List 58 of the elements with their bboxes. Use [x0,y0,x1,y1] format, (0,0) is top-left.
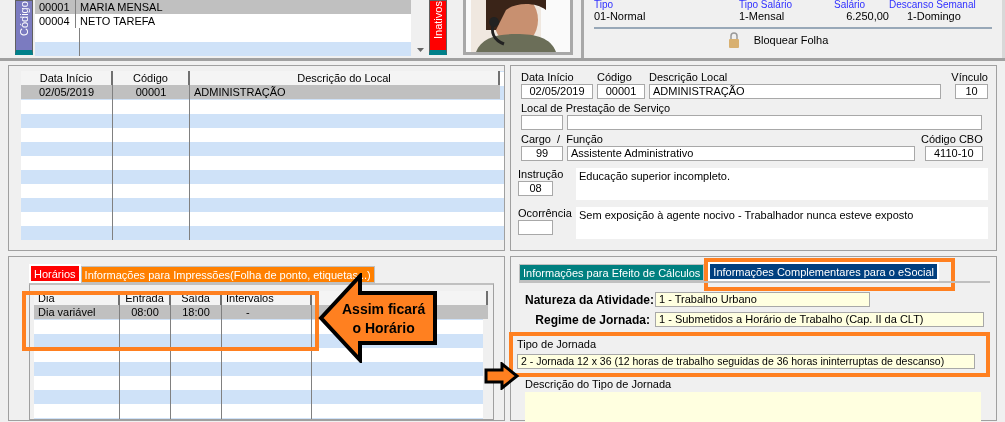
summary-value: 1-Mensal [739,10,786,23]
date-field[interactable]: 02/05/2019 [521,84,593,99]
summary-label: Tipo [594,0,615,10]
employee-row[interactable]: 00001 MARIA MENSAL [35,0,411,14]
field-label: Instrução [518,168,564,181]
journey-description-field[interactable] [525,392,981,422]
input-field[interactable] [567,115,982,130]
occurrence-description: Sem exposição à agente nocivo - Trabalhador nunca esteve exposto [576,207,988,239]
role-code-field[interactable]: 99 [521,146,563,161]
dropdown-caret-icon[interactable] [416,48,424,52]
table-cell[interactable]: 08:00 [120,305,171,319]
padlock-icon [727,32,740,48]
tab[interactable]: Informações Complementares para o eSocial [708,262,940,281]
function-field[interactable]: Assistente Administrativo [567,146,915,161]
field-label: Descrição Local [649,71,728,84]
field-label: Cargo / Função [521,133,603,146]
description-field[interactable]: ADMINISTRAÇÃO [649,84,942,99]
summary-value: 6.250,00 [845,10,889,23]
summary-value: 1-Domingo [906,10,962,23]
employee-name: NETO TAREFA [79,14,156,28]
lock-button[interactable]: Bloquear Folha [727,32,829,48]
table-cell[interactable]: 00001 [113,85,190,99]
field-label: Regime de Jornada: [534,312,650,327]
bond-field[interactable]: 10 [955,84,988,99]
field-label: Tipo de Jornada [517,338,597,351]
side-tab[interactable]: Código [15,0,33,55]
field-label: Vínculo [951,71,988,84]
table-cell[interactable]: - [222,305,312,319]
code-field[interactable]: 00001 [597,84,645,99]
field-label: Data Início [521,71,574,84]
employee-list[interactable]: 00001 MARIA MENSAL 00004 NETO TAREFA [35,0,411,56]
journey-type-field[interactable]: 2 - Jornada 12 x 36 (12 horas de trabalho seguidas de 36 horas ininterruptas de descanso) [517,354,975,369]
table-cell[interactable]: ADMINISTRAÇÃO [190,85,500,99]
cbo-field[interactable]: 4110-10 [924,146,983,161]
summary-label: Salário [834,0,867,10]
table-cell[interactable]: 02/05/2019 [21,85,113,99]
summary-label: Descanso Semanal [889,0,977,10]
field-label: Código [597,71,632,84]
employee-code: 00004 [35,14,76,28]
education-code-field[interactable]: 08 [518,181,553,196]
tab[interactable]: Horários [29,264,81,283]
input-field[interactable] [521,115,563,130]
table-cell[interactable]: 18:00 [171,305,222,319]
education-description: Educação superior incompleto. [576,168,988,200]
activity-field[interactable]: 1 - Trabalho Urbano [655,292,870,307]
field-label: Local de Prestação de Serviço [521,102,671,115]
field-label: Descrição do Tipo de Jornada [525,378,672,391]
annotation-text: Assim ficará o Horário [342,300,426,338]
field-label: Código CBO [921,133,983,146]
field-label: Ocorrência [518,207,572,220]
employee-row[interactable]: 00004 NETO TAREFA [35,14,411,28]
summary-value: 01-Normal [594,10,647,23]
table-cell[interactable]: Dia variável [34,305,120,319]
regime-field[interactable]: 1 - Submetidos a Horário de Trabalho (Cap. II da CLT) [655,312,984,327]
summary-label: Tipo Salário [739,0,793,10]
occurrence-code-field[interactable] [518,220,553,235]
employee-name: MARIA MENSAL [79,0,163,14]
tab[interactable]: Informações para Efeito de Cálculos [519,264,705,281]
